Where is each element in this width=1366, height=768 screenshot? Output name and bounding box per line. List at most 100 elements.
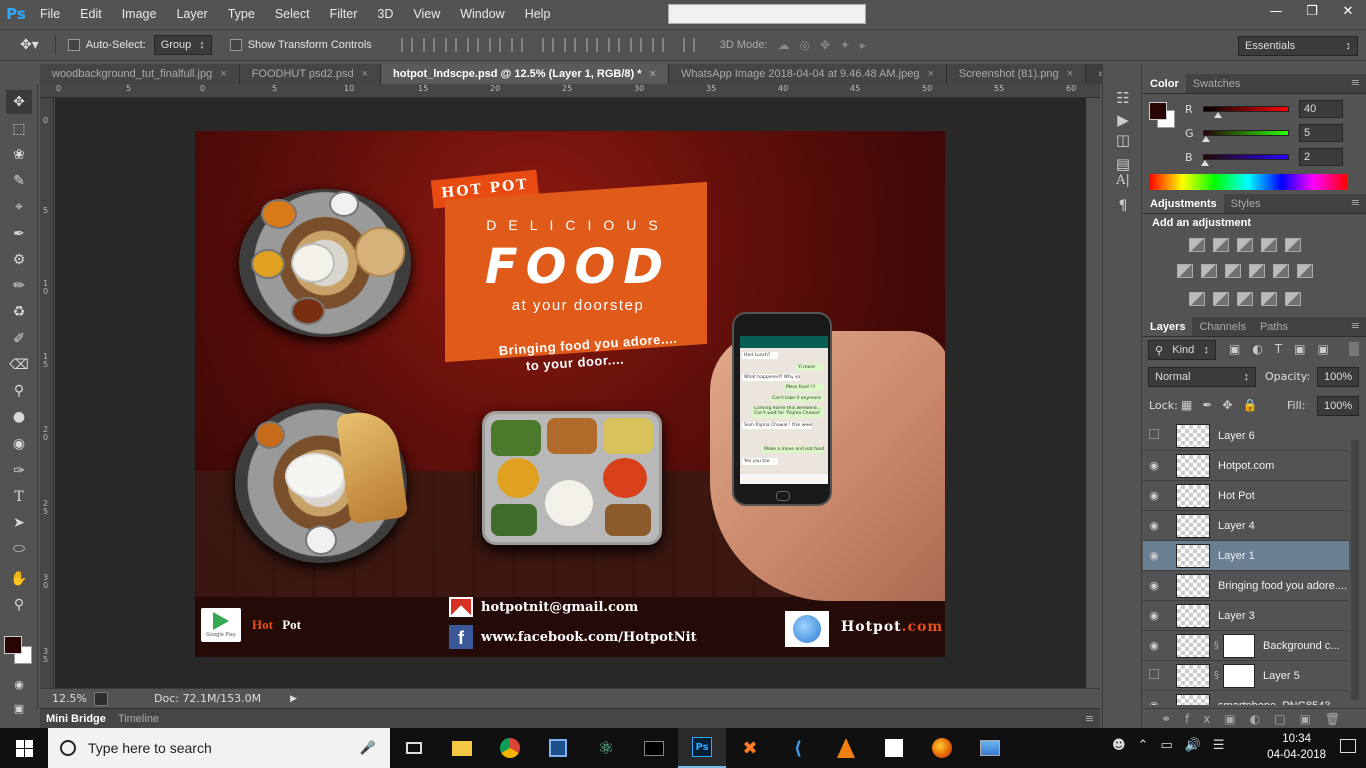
notes-icon[interactable] [870,728,918,768]
close-icon[interactable]: × [220,68,226,80]
eye-icon[interactable]: ◉ [1143,549,1165,562]
color-spectrum[interactable] [1149,174,1347,190]
eye-icon[interactable]: ◉ [1143,699,1165,705]
fill-input[interactable]: 100% [1317,396,1359,416]
atom-icon[interactable]: ⚛ [582,728,630,768]
brightness-contrast-icon[interactable] [1189,238,1205,252]
channel-mixer-icon[interactable] [1273,264,1289,278]
system-tray-icons[interactable]: ☻⌃▭🔊☰ [1112,738,1237,753]
align-hcenter-icon[interactable] [488,38,501,52]
restore-icon[interactable]: ❐ [1294,0,1330,22]
windows-start-icon[interactable] [0,728,48,768]
layer-filter-icons[interactable]: ▣◐T▣▣ [1229,342,1341,356]
move-tool-icon[interactable]: ✥▾ [20,37,39,53]
doc-tab[interactable]: FOODHUT psd2.psd × [239,64,381,84]
actions-panel-icon[interactable]: ▶ [1113,110,1133,130]
align-left-icon[interactable] [466,38,479,52]
doc-info-icon[interactable] [94,691,108,706]
zoom-level[interactable]: 12.5% [52,692,92,705]
microphone-icon[interactable]: 🎤 [360,740,376,756]
threshold-icon[interactable] [1237,292,1253,306]
blend-mode-dropdown[interactable]: Normal ↕ [1148,367,1256,387]
close-icon[interactable]: × [1067,68,1073,80]
eye-icon[interactable]: ◉ [1143,609,1165,622]
layer-row[interactable]: § Layer 5 [1143,661,1349,691]
foreground-color-swatch[interactable] [4,636,22,654]
pen-tool-icon[interactable]: ✑ [6,459,32,483]
layer-row[interactable]: ◉ Hot Pot [1143,481,1349,511]
tab-mini-bridge[interactable]: Mini Bridge [40,713,112,725]
distribute-left-icon[interactable] [607,38,620,52]
quick-mask-icon[interactable]: ◉ [6,672,32,696]
ruler-vertical[interactable]: 0 5 1 0 1 5 2 0 2 5 3 0 3 5 [40,98,54,688]
distribute-hcenter-icon[interactable] [629,38,642,52]
eyedropper-tool-icon[interactable]: ✒ [6,222,32,246]
vscode-icon[interactable]: ⟨ [774,728,822,768]
vlc-icon[interactable] [822,728,870,768]
slider-thumb[interactable] [1213,112,1222,118]
close-icon[interactable]: × [362,68,368,80]
blue-value[interactable]: 2 [1299,148,1343,166]
doc-tab[interactable]: woodbackground_tut_finalfull.jpg × [40,64,240,84]
menu-select[interactable]: Select [265,0,320,28]
distribute-top-icon[interactable] [541,38,554,52]
taskbar-clock[interactable]: 10:34 04-04-2018 [1267,731,1326,763]
opacity-input[interactable]: 100% [1317,367,1359,387]
zoom-tool-icon[interactable]: ⚲ [6,593,32,617]
hue-saturation-icon[interactable] [1177,264,1193,278]
layer-row[interactable]: ◉ Bringing food you adore.... [1143,571,1349,601]
distribute-right-icon[interactable] [651,38,664,52]
eye-icon[interactable]: ◉ [1143,459,1165,472]
photo-filter-icon[interactable] [1249,264,1265,278]
curves-icon[interactable] [1237,238,1253,252]
filter-toggle[interactable] [1349,342,1359,356]
menu-file[interactable]: File [30,0,70,28]
levels-icon[interactable] [1213,238,1229,252]
align-bottom-icon[interactable] [444,38,457,52]
exposure-icon[interactable] [1261,238,1277,252]
layer-row[interactable]: Layer 6 [1143,421,1349,451]
screen-mode-icon[interactable]: ▣ [6,696,32,720]
document-canvas[interactable]: HOT POT DELICIOUS FOOD at your doorstep … [195,131,945,657]
distribute-vcenter-icon[interactable] [563,38,576,52]
close-icon[interactable]: ✕ [1330,0,1366,22]
history-panel-icon[interactable]: ☷ [1113,88,1133,108]
brush-tool-icon[interactable]: ✏ [6,274,32,298]
eye-icon[interactable]: ◉ [1143,579,1165,592]
auto-select-dropdown[interactable]: Group ↕ [153,35,212,55]
firefox-icon[interactable] [918,728,966,768]
align-vcenter-icon[interactable] [422,38,435,52]
marquee-tool-icon[interactable]: ⬚ [6,117,32,141]
tab-color[interactable]: Color [1143,74,1186,93]
photoshop-taskbar-icon[interactable]: Ps [678,728,726,768]
red-value[interactable]: 40 [1299,100,1343,118]
slider-thumb[interactable] [1201,136,1210,142]
menu-filter[interactable]: Filter [320,0,368,28]
chain-link-icon[interactable]: § [1214,670,1219,681]
tab-timeline[interactable]: Timeline [112,713,165,725]
menu-layer[interactable]: Layer [166,0,217,28]
eye-hidden-icon[interactable] [1143,429,1165,442]
green-value[interactable]: 5 [1299,124,1343,142]
task-view-icon[interactable] [390,728,438,768]
menu-image[interactable]: Image [112,0,167,28]
selective-color-icon[interactable] [1261,292,1277,306]
close-icon[interactable]: × [650,68,656,80]
panel-menu-icon[interactable]: ≡ [1351,319,1360,332]
tab-paths[interactable]: Paths [1253,317,1295,336]
color-balance-icon[interactable] [1201,264,1217,278]
quick-select-tool-icon[interactable]: ✎ [6,169,32,193]
chrome-icon[interactable] [486,728,534,768]
healing-brush-tool-icon[interactable]: ⚙ [6,248,32,272]
align-right-icon[interactable] [510,38,523,52]
path-selection-tool-icon[interactable]: ➤ [6,511,32,535]
type-tool-icon[interactable]: T [6,485,32,509]
eye-icon[interactable]: ◉ [1143,489,1165,502]
panel-menu-icon[interactable]: ≡ [1085,712,1094,725]
color-lookup-icon[interactable] [1297,264,1313,278]
character-panel-icon[interactable]: A| [1113,170,1133,190]
menu-window[interactable]: Window [450,0,514,28]
dodge-tool-icon[interactable]: ◉ [6,432,32,456]
chain-link-icon[interactable]: § [1214,640,1219,651]
layers-footer-icons[interactable]: ⚭fx▣◐□▣🗑 [1143,708,1366,728]
